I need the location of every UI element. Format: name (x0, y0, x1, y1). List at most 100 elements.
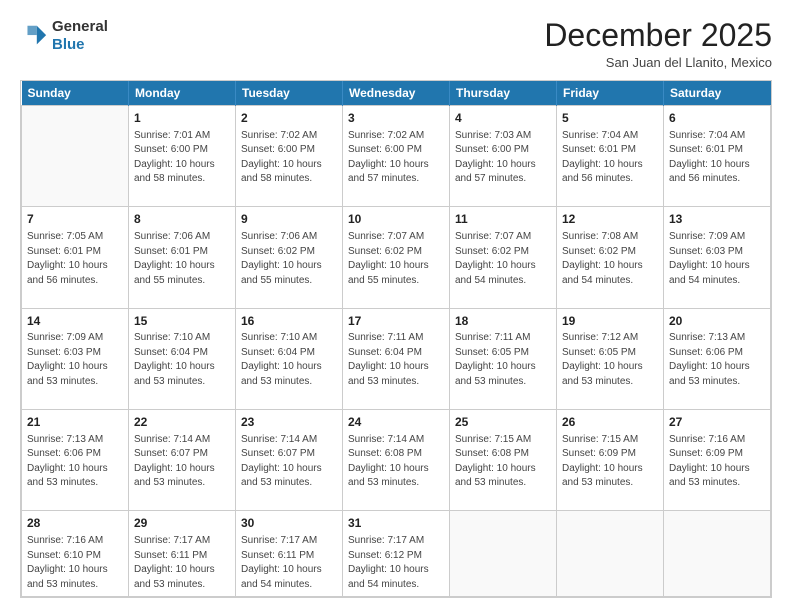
day-info: Sunrise: 7:14 AM Sunset: 6:07 PM Dayligh… (134, 433, 230, 491)
day-number: 3 (348, 110, 444, 127)
day-info: Sunrise: 7:16 AM Sunset: 6:10 PM Dayligh… (27, 534, 123, 592)
calendar-cell: 6 Sunrise: 7:04 AM Sunset: 6:01 PM Daylig… (664, 106, 771, 207)
calendar-cell (664, 511, 771, 597)
logo-text: General Blue (52, 18, 108, 54)
calendar-week-row: 14Sunrise: 7:09 AM Sunset: 6:03 PM Dayli… (22, 308, 771, 409)
calendar-week-row: 7 Sunrise: 7:05 AM Sunset: 6:01 PM Daylig… (22, 207, 771, 308)
calendar-cell: 2 Sunrise: 7:02 AM Sunset: 6:00 PM Daylig… (236, 106, 343, 207)
day-info: Sunrise: 7:02 AM Sunset: 6:00 PM Dayligh… (241, 129, 337, 187)
day-info: Sunrise: 7:17 AM Sunset: 6:11 PM Dayligh… (134, 534, 230, 592)
weekday-header: Friday (557, 81, 664, 106)
day-info: Sunrise: 7:13 AM Sunset: 6:06 PM Dayligh… (27, 433, 123, 491)
weekday-header: Monday (129, 81, 236, 106)
location: San Juan del Llanito, Mexico (544, 55, 772, 70)
day-info: Sunrise: 7:12 AM Sunset: 6:05 PM Dayligh… (562, 331, 658, 389)
calendar-cell: 21 Sunrise: 7:13 AM Sunset: 6:06 PM Dayli… (22, 409, 129, 510)
day-number: 7 (27, 211, 123, 228)
calendar-cell: 12Sunrise: 7:08 AM Sunset: 6:02 PM Dayli… (557, 207, 664, 308)
day-number: 8 (134, 211, 230, 228)
page: General Blue December 2025 San Juan del … (0, 0, 792, 612)
day-info: Sunrise: 7:04 AM Sunset: 6:01 PM Dayligh… (562, 129, 658, 187)
day-number: 19 (562, 313, 658, 330)
day-info: Sunrise: 7:06 AM Sunset: 6:02 PM Dayligh… (241, 230, 337, 288)
calendar-cell: 23Sunrise: 7:14 AM Sunset: 6:07 PM Dayli… (236, 409, 343, 510)
calendar-cell: 10 Sunrise: 7:07 AM Sunset: 6:02 PM Dayli… (343, 207, 450, 308)
day-number: 24 (348, 414, 444, 431)
calendar-cell: 15Sunrise: 7:10 AM Sunset: 6:04 PM Dayli… (129, 308, 236, 409)
calendar-cell (22, 106, 129, 207)
day-info: Sunrise: 7:09 AM Sunset: 6:03 PM Dayligh… (669, 230, 765, 288)
day-number: 4 (455, 110, 551, 127)
calendar-cell: 3 Sunrise: 7:02 AM Sunset: 6:00 PM Daylig… (343, 106, 450, 207)
day-info: Sunrise: 7:05 AM Sunset: 6:01 PM Dayligh… (27, 230, 123, 288)
calendar-cell: 17Sunrise: 7:11 AM Sunset: 6:04 PM Dayli… (343, 308, 450, 409)
day-number: 9 (241, 211, 337, 228)
day-number: 16 (241, 313, 337, 330)
day-number: 2 (241, 110, 337, 127)
calendar-header: SundayMondayTuesdayWednesdayThursdayFrid… (22, 81, 771, 106)
day-info: Sunrise: 7:10 AM Sunset: 6:04 PM Dayligh… (241, 331, 337, 389)
logo-blue: Blue (52, 36, 85, 53)
month-title: December 2025 (544, 18, 772, 53)
calendar-cell (557, 511, 664, 597)
calendar-cell: 20Sunrise: 7:13 AM Sunset: 6:06 PM Dayli… (664, 308, 771, 409)
day-info: Sunrise: 7:03 AM Sunset: 6:00 PM Dayligh… (455, 129, 551, 187)
weekday-header: Thursday (450, 81, 557, 106)
day-info: Sunrise: 7:17 AM Sunset: 6:12 PM Dayligh… (348, 534, 444, 592)
day-info: Sunrise: 7:13 AM Sunset: 6:06 PM Dayligh… (669, 331, 765, 389)
day-number: 25 (455, 414, 551, 431)
calendar-cell: 9 Sunrise: 7:06 AM Sunset: 6:02 PM Daylig… (236, 207, 343, 308)
day-number: 21 (27, 414, 123, 431)
calendar-cell: 5Sunrise: 7:04 AM Sunset: 6:01 PM Daylig… (557, 106, 664, 207)
day-info: Sunrise: 7:02 AM Sunset: 6:00 PM Dayligh… (348, 129, 444, 187)
calendar-cell: 24Sunrise: 7:14 AM Sunset: 6:08 PM Dayli… (343, 409, 450, 510)
calendar-cell: 4 Sunrise: 7:03 AM Sunset: 6:00 PM Daylig… (450, 106, 557, 207)
calendar-week-row: 1 Sunrise: 7:01 AM Sunset: 6:00 PM Daylig… (22, 106, 771, 207)
calendar-week-row: 21 Sunrise: 7:13 AM Sunset: 6:06 PM Dayli… (22, 409, 771, 510)
calendar-table: SundayMondayTuesdayWednesdayThursdayFrid… (21, 81, 771, 597)
day-info: Sunrise: 7:06 AM Sunset: 6:01 PM Dayligh… (134, 230, 230, 288)
day-number: 22 (134, 414, 230, 431)
day-number: 6 (669, 110, 765, 127)
calendar-week-row: 28Sunrise: 7:16 AM Sunset: 6:10 PM Dayli… (22, 511, 771, 597)
calendar-cell: 29 Sunrise: 7:17 AM Sunset: 6:11 PM Dayli… (129, 511, 236, 597)
logo: General Blue (20, 18, 108, 54)
day-info: Sunrise: 7:16 AM Sunset: 6:09 PM Dayligh… (669, 433, 765, 491)
day-info: Sunrise: 7:11 AM Sunset: 6:04 PM Dayligh… (348, 331, 444, 389)
calendar-cell: 16Sunrise: 7:10 AM Sunset: 6:04 PM Dayli… (236, 308, 343, 409)
day-number: 29 (134, 515, 230, 532)
header-right: December 2025 San Juan del Llanito, Mexi… (544, 18, 772, 70)
day-number: 12 (562, 211, 658, 228)
day-number: 27 (669, 414, 765, 431)
day-number: 31 (348, 515, 444, 532)
day-info: Sunrise: 7:04 AM Sunset: 6:01 PM Dayligh… (669, 129, 765, 187)
calendar-cell: 26 Sunrise: 7:15 AM Sunset: 6:09 PM Dayli… (557, 409, 664, 510)
day-number: 10 (348, 211, 444, 228)
day-info: Sunrise: 7:17 AM Sunset: 6:11 PM Dayligh… (241, 534, 337, 592)
day-number: 26 (562, 414, 658, 431)
calendar-cell: 14Sunrise: 7:09 AM Sunset: 6:03 PM Dayli… (22, 308, 129, 409)
day-number: 1 (134, 110, 230, 127)
day-number: 13 (669, 211, 765, 228)
calendar-cell: 31 Sunrise: 7:17 AM Sunset: 6:12 PM Dayli… (343, 511, 450, 597)
header: General Blue December 2025 San Juan del … (20, 18, 772, 70)
logo-general: General (52, 18, 108, 35)
calendar-cell: 18Sunrise: 7:11 AM Sunset: 6:05 PM Dayli… (450, 308, 557, 409)
calendar-cell: 7 Sunrise: 7:05 AM Sunset: 6:01 PM Daylig… (22, 207, 129, 308)
calendar-cell: 19Sunrise: 7:12 AM Sunset: 6:05 PM Dayli… (557, 308, 664, 409)
calendar-cell: 13 Sunrise: 7:09 AM Sunset: 6:03 PM Dayli… (664, 207, 771, 308)
weekday-header: Sunday (22, 81, 129, 106)
calendar-body: 1 Sunrise: 7:01 AM Sunset: 6:00 PM Daylig… (22, 106, 771, 597)
day-number: 23 (241, 414, 337, 431)
day-info: Sunrise: 7:15 AM Sunset: 6:08 PM Dayligh… (455, 433, 551, 491)
calendar-cell: 27 Sunrise: 7:16 AM Sunset: 6:09 PM Dayli… (664, 409, 771, 510)
day-info: Sunrise: 7:15 AM Sunset: 6:09 PM Dayligh… (562, 433, 658, 491)
day-info: Sunrise: 7:01 AM Sunset: 6:00 PM Dayligh… (134, 129, 230, 187)
day-info: Sunrise: 7:07 AM Sunset: 6:02 PM Dayligh… (455, 230, 551, 288)
calendar-cell: 1 Sunrise: 7:01 AM Sunset: 6:00 PM Daylig… (129, 106, 236, 207)
calendar: SundayMondayTuesdayWednesdayThursdayFrid… (20, 80, 772, 598)
day-number: 14 (27, 313, 123, 330)
day-info: Sunrise: 7:07 AM Sunset: 6:02 PM Dayligh… (348, 230, 444, 288)
day-number: 18 (455, 313, 551, 330)
calendar-cell: 8 Sunrise: 7:06 AM Sunset: 6:01 PM Daylig… (129, 207, 236, 308)
